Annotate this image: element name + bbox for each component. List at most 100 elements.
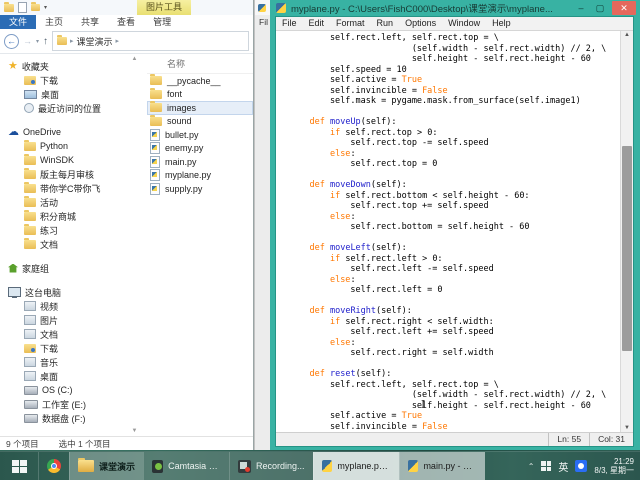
sidebar-item-label: 工作室 (E:) <box>42 398 86 411</box>
menu-run[interactable]: Run <box>371 17 400 30</box>
file-item-bullet.py[interactable]: bullet.py <box>147 128 253 142</box>
picture-tools-context-tab[interactable]: 图片工具 <box>137 0 191 15</box>
code-line: self.rect.right = self.width <box>289 348 620 359</box>
back-icon[interactable]: ← <box>4 34 19 49</box>
file-item-__pycache__[interactable]: __pycache__ <box>147 74 253 88</box>
qat-dropdown-icon[interactable]: ▾ <box>44 4 47 11</box>
breadcrumb-segment[interactable]: 课堂演示 <box>77 35 113 48</box>
sidebar-item-activity[interactable]: 活动 <box>0 195 140 209</box>
sidebar-item-drive-f[interactable]: 数据盘 (F:) <box>0 411 140 425</box>
file-item-myplane.py[interactable]: myplane.py <box>147 169 253 183</box>
window-title: myplane.py - C:\Users\FishC000\Desktop\课… <box>291 1 569 15</box>
sidebar-item-python[interactable]: Python <box>0 139 140 153</box>
scroll-down-icon[interactable]: ▼ <box>621 425 633 431</box>
taskbar-button-myplane[interactable]: myplane.py -... <box>313 452 399 480</box>
python-file-icon <box>150 156 160 168</box>
code-area[interactable]: self.rect.left, self.rect.top = \ (self.… <box>276 31 620 432</box>
sidebar-item-favorites[interactable]: ★收藏夹 <box>0 59 140 73</box>
taskbar-button-camtasia[interactable]: Camtasia Stu... <box>143 452 229 480</box>
menu-edit[interactable]: Edit <box>303 17 331 30</box>
sidebar-item-recent-places[interactable]: 最近访问的位置 <box>0 101 140 115</box>
code-line: else: <box>289 338 620 349</box>
sidebar-item-label: 最近访问的位置 <box>38 102 101 115</box>
sidebar-item-videos[interactable]: 视频 <box>0 299 140 313</box>
sidebar-item-desktop[interactable]: 桌面 <box>0 87 140 101</box>
nav-scroll-up-icon[interactable]: ▲ <box>130 56 139 62</box>
background-idle-window[interactable]: Fil <box>254 0 271 450</box>
sidebar-item-downloads[interactable]: 下载 <box>0 73 140 87</box>
menu-options[interactable]: Options <box>399 17 442 30</box>
file-item-font[interactable]: font <box>147 88 253 102</box>
baidu-ime-icon[interactable] <box>575 460 587 472</box>
nav-scroll-down-icon[interactable]: ▼ <box>130 428 139 434</box>
sidebar-item-drive-c[interactable]: OS (C:) <box>0 383 140 397</box>
sidebar-item-learn-c[interactable]: 带你学C带你飞 <box>0 181 140 195</box>
tray-date: 8/3, 星期一 <box>594 466 634 475</box>
sidebar-item-pictures[interactable]: 图片 <box>0 313 140 327</box>
new-folder-icon[interactable] <box>31 4 40 11</box>
scrollbar-thumb[interactable] <box>622 146 632 351</box>
ribbon-tab-管理[interactable]: 管理 <box>144 15 180 29</box>
history-dropdown-icon[interactable]: ▾ <box>36 38 39 45</box>
file-item-sound[interactable]: sound <box>147 115 253 129</box>
folder-icon <box>24 240 36 249</box>
python-icon <box>258 4 266 12</box>
properties-icon[interactable] <box>18 2 27 13</box>
file-item-images[interactable]: images <box>147 101 253 115</box>
menu-file[interactable]: File <box>276 17 303 30</box>
windows-logo-icon <box>12 460 27 473</box>
sidebar-item-points-mall[interactable]: 积分商城 <box>0 209 140 223</box>
code-line: if self.rect.top > 0: <box>289 128 620 139</box>
sidebar-item-this-pc[interactable]: 这台电脑 <box>0 285 140 299</box>
sidebar-item-music[interactable]: 音乐 <box>0 355 140 369</box>
scroll-up-icon[interactable]: ▲ <box>621 32 633 38</box>
sidebar-item-practice[interactable]: 练习 <box>0 223 140 237</box>
close-button[interactable]: ✕ <box>612 1 636 15</box>
idle-titlebar[interactable]: myplane.py - C:\Users\FishC000\Desktop\课… <box>270 0 640 16</box>
forward-icon[interactable]: → <box>23 36 32 46</box>
file-item-supply.py[interactable]: supply.py <box>147 182 253 196</box>
tray-expand-icon[interactable]: ⌃ <box>528 462 535 471</box>
folder-icon <box>78 460 94 472</box>
minimize-button[interactable]: ‒ <box>574 3 588 13</box>
sidebar-item-winsdk[interactable]: WinSDK <box>0 153 140 167</box>
up-icon[interactable]: ↑ <box>43 36 48 47</box>
file-item-main.py[interactable]: main.py <box>147 155 253 169</box>
recorder-icon <box>238 460 251 473</box>
menu-window[interactable]: Window <box>442 17 486 30</box>
files-column-header-name[interactable]: 名称 <box>147 56 253 74</box>
input-method-icon[interactable] <box>541 461 551 471</box>
python-icon <box>322 460 333 472</box>
file-item-enemy.py[interactable]: enemy.py <box>147 142 253 156</box>
taskbar-button-explorer[interactable]: 课堂演示 <box>69 452 143 480</box>
taskbar-button-recording[interactable]: Recording... <box>229 452 313 480</box>
sidebar-item-docs-onedrive[interactable]: 文档 <box>0 237 140 251</box>
language-indicator[interactable]: 英 <box>558 459 568 474</box>
sidebar-item-desktop-pc[interactable]: 桌面 <box>0 369 140 383</box>
code-scrollbar[interactable]: ▲ ▼ <box>620 31 633 432</box>
ribbon-tab-文件[interactable]: 文件 <box>0 15 36 29</box>
clock[interactable]: 21:29 8/3, 星期一 <box>594 457 634 475</box>
menu-format[interactable]: Format <box>330 17 371 30</box>
taskbar-button-label: 课堂演示 <box>99 460 135 473</box>
start-button[interactable] <box>0 452 38 480</box>
code-line: self.rect.left, self.rect.top = \ <box>289 380 620 391</box>
code-line: self.speed = 10 <box>289 65 620 76</box>
file-name: sound <box>167 116 192 126</box>
taskbar-button-main[interactable]: main.py - C:\... <box>399 452 485 480</box>
sidebar-item-documents[interactable]: 文档 <box>0 327 140 341</box>
ribbon-tab-查看[interactable]: 查看 <box>108 15 144 29</box>
taskbar-button-chrome[interactable] <box>38 452 69 480</box>
sidebar-item-monthly-review[interactable]: 版主每月审核 <box>0 167 140 181</box>
menu-help[interactable]: Help <box>486 17 517 30</box>
sidebar-item-homegroup[interactable]: 家庭组 <box>0 261 140 275</box>
background-file-menu[interactable]: Fil <box>255 17 271 27</box>
sidebar-item-onedrive[interactable]: ☁OneDrive <box>0 125 140 139</box>
ribbon-tab-主页[interactable]: 主页 <box>36 15 72 29</box>
breadcrumb[interactable]: ▸ 课堂演示 ▸ <box>52 31 249 51</box>
code-line: self.rect.top = 0 <box>289 159 620 170</box>
sidebar-item-drive-e[interactable]: 工作室 (E:) <box>0 397 140 411</box>
sidebar-item-downloads-pc[interactable]: 下载 <box>0 341 140 355</box>
maximize-button[interactable]: ▢ <box>593 3 607 14</box>
ribbon-tab-共享[interactable]: 共享 <box>72 15 108 29</box>
